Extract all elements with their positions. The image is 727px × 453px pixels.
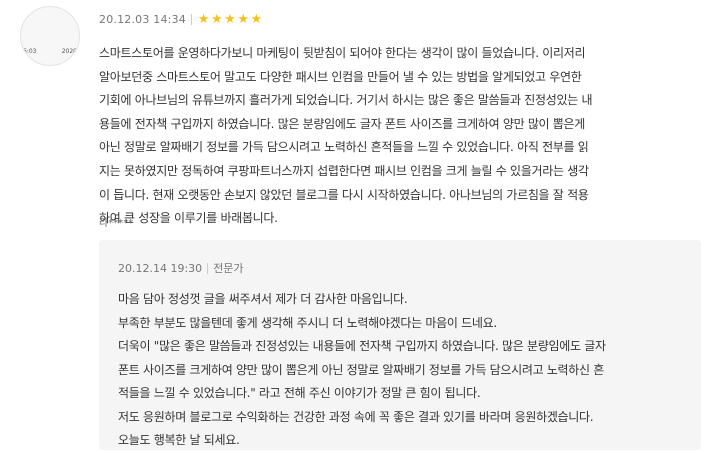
star-icon: ★ [237,11,249,27]
star-icon: ★ [197,11,210,27]
review-date: 20.12.03 14:34 [99,12,186,26]
review-meta: 20.12.03 14:34 ★ ★ ★ ★ ★ [99,11,263,27]
reply-line: 마음 담아 정성껏 글을 써주셔서 제가 더 감사한 마음입니다. [118,292,408,306]
reply-date: 20.12.14 19:30 [118,261,203,275]
avatar[interactable]: 6:03 2020 [20,6,80,66]
star-rating: ★ ★ ★ ★ ★ [197,13,263,26]
reply-line: 적들을 느낄 수 있었습니다." 라고 전해 주신 이야기가 정말 큰 힘이 됩… [118,386,481,400]
seller-reply: 20.12.14 19:30 전문가 마음 담아 정성껏 글을 써주셔서 제가 … [99,240,701,450]
review-line: 기회에 아나브님의 유튜브까지 흘러가게 되었습니다. 거기서 하시는 많은 좋… [99,93,593,108]
review-line: 스마트스토어를 운영하다가보니 마케팅이 뒷받침이 되어야 한다는 생각이 많이… [99,46,586,60]
reply-body: 마음 담아 정성껏 글을 써주셔서 제가 더 감사한 마음입니다. 부족한 부분… [118,288,688,453]
reply-line: 오늘도 행복한 날 되세요. [118,433,240,447]
divider [207,262,209,274]
review-body: 스마트스토어를 운영하다가보니 마케팅이 뒷받침이 되어야 한다는 생각이 많이… [99,42,709,231]
reply-line: 저도 응원하며 블로그로 수익화하는 건강한 과정 속에 꼭 좋은 결과 있기를… [118,409,594,424]
review-author: 라***** [99,218,134,229]
reply-role-badge: 전문가 [213,262,244,275]
reply-line: 더욱이 "많은 좋은 말씀들과 진정성있는 내용들에 전자책 구입까지 하였습니… [118,339,606,353]
review-line: 용들에 전자책 구입까지 하였습니다. 많은 분량임에도 글자 폰트 사이즈를 … [99,116,586,131]
star-icon: ★ [210,11,223,27]
review-line: 알아보던중 스마트스토어 말고도 다양한 패시브 인컴을 만들어 낼 수 있는 … [99,69,582,84]
review-line: 지는 못하였지만 정독하여 쿠팡파트너스까지 섭렵한다면 패시브 인컴을 크게 … [99,163,589,178]
divider [190,13,192,25]
star-icon: ★ [250,11,263,27]
reply-line: 부족한 부분도 많을텐데 좋게 생각해 주시니 더 노력해야겠다는 마음이 드네… [118,315,497,330]
reply-line: 폰트 사이즈를 크게하여 양만 많이 뽑은게 아닌 정말로 알짜배기 정보를 가… [118,362,605,377]
review-line: 하여 큰 성장을 이루기를 바래봅니다. [99,211,278,226]
avatar-left-text: 6:03 [23,48,37,55]
avatar-right-text: 2020 [61,48,77,55]
star-icon: ★ [224,11,236,27]
review-line: 아닌 정말로 알짜배기 정보를 가득 담으시려고 노력하신 흔적들을 느낄 수 … [99,140,589,155]
review-line: 이 듭니다. 현재 오랫동안 손보지 않았던 블로그를 다시 시작하였습니다. … [99,187,589,202]
reply-meta: 20.12.14 19:30 전문가 [118,260,244,276]
